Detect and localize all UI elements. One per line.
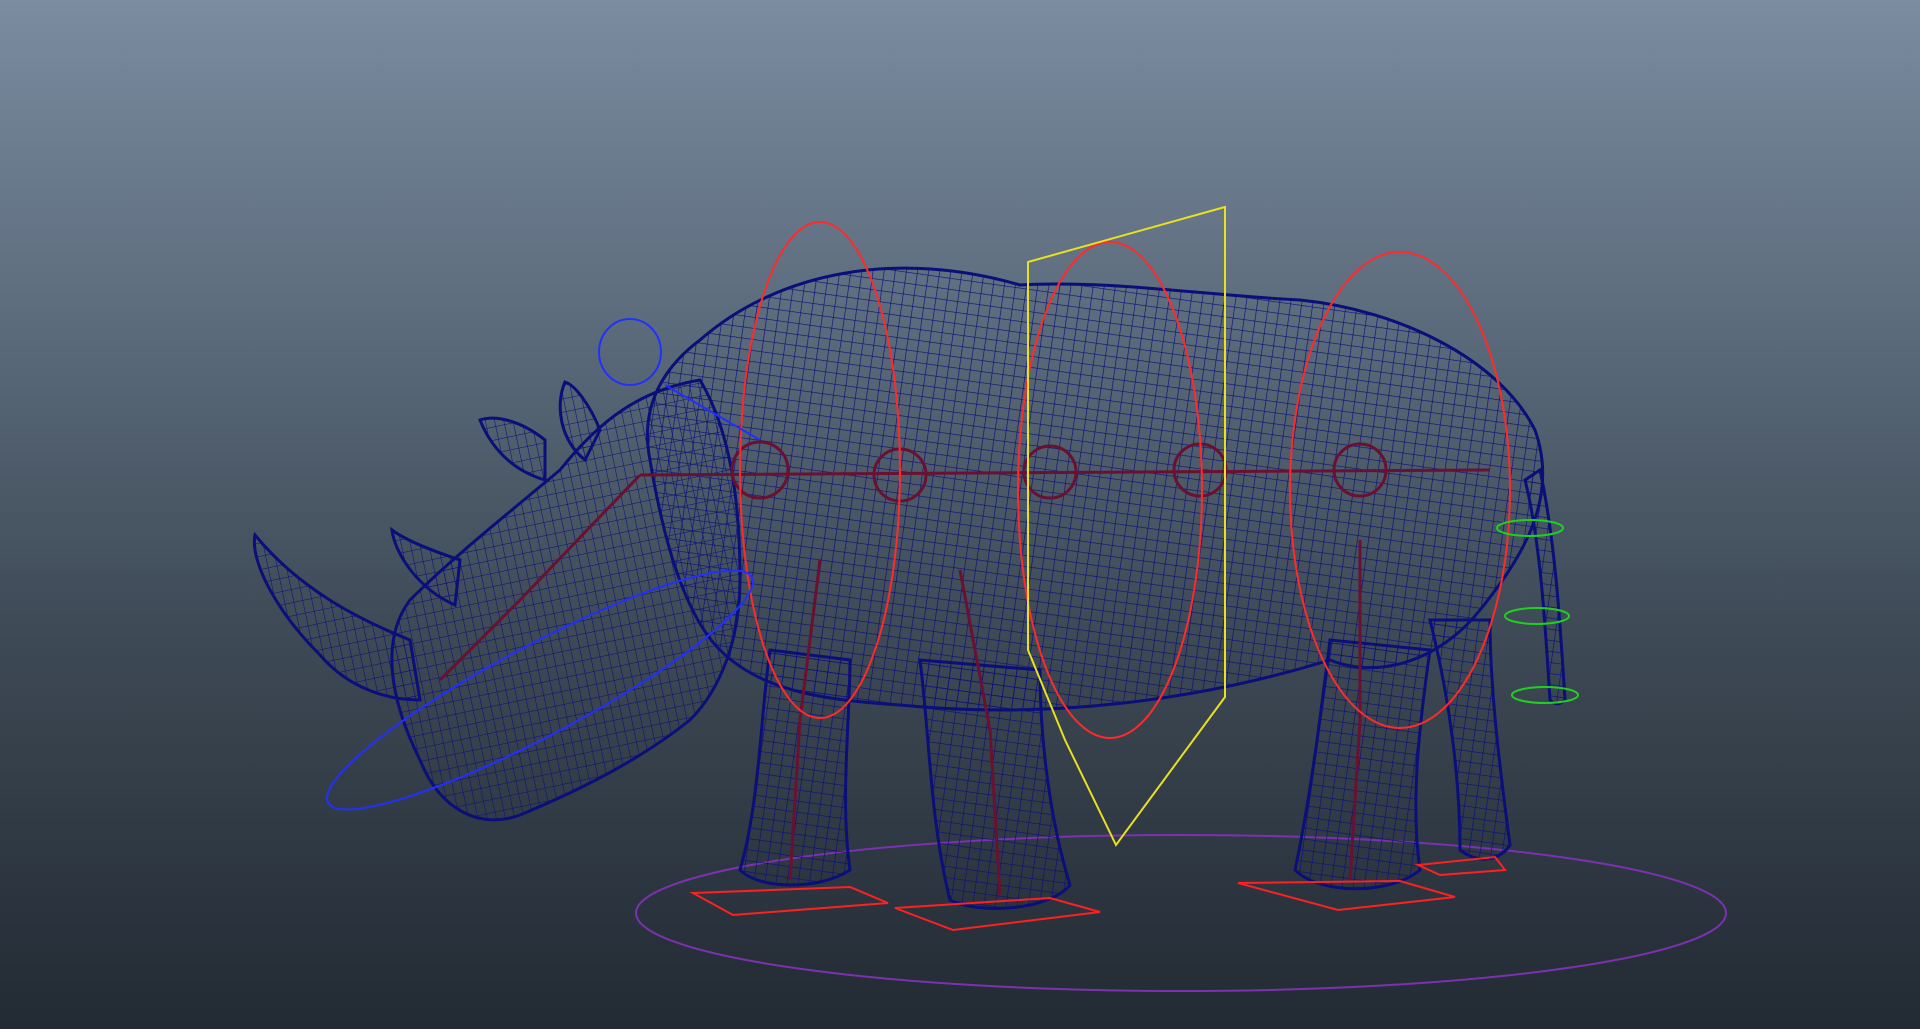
rhino-front-horn (252, 531, 422, 702)
rhino-mesh[interactable] (252, 266, 1567, 910)
foot-control-hind-right (1414, 855, 1507, 877)
tail-control-3 (1511, 686, 1579, 704)
rhino-hind-leg-right (1428, 618, 1512, 861)
rhino-front-leg-left (738, 648, 852, 887)
rhino-ear-left (478, 416, 547, 482)
3d-viewport[interactable] (0, 0, 1920, 1029)
rhino-hind-leg-left (1293, 638, 1432, 891)
scene-canvas[interactable] (0, 0, 1920, 1029)
foot-control-front-left (689, 885, 889, 917)
head-aim-control (598, 318, 662, 386)
rhino-tail (1523, 467, 1567, 706)
